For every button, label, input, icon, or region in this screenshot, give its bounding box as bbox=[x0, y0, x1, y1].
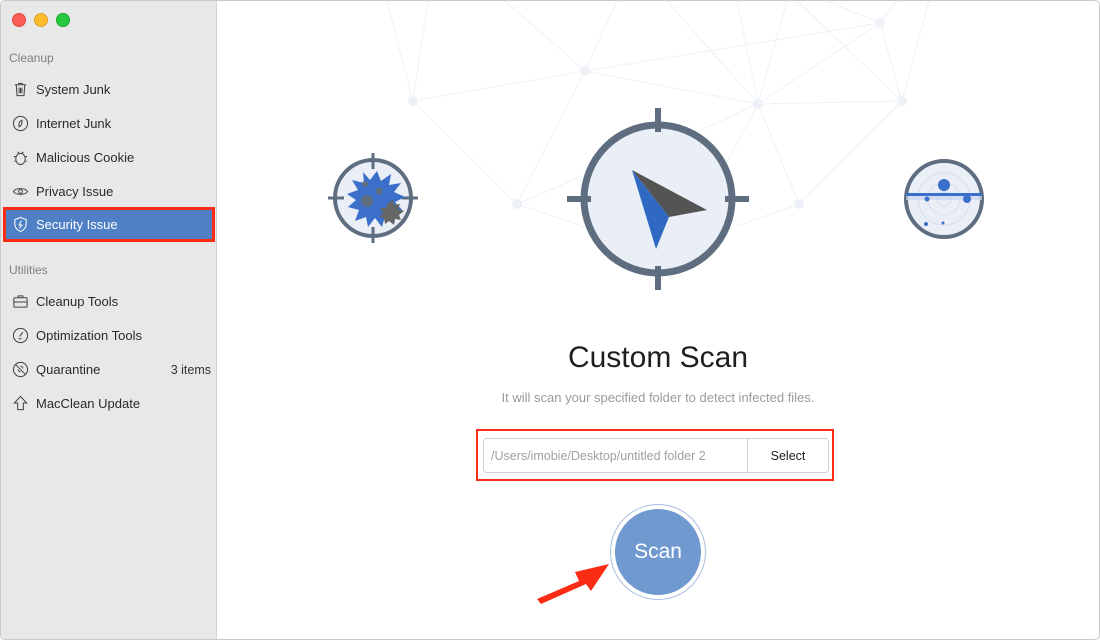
gauge-icon bbox=[11, 327, 29, 345]
window-controls bbox=[12, 13, 70, 27]
folder-path-highlight: Select bbox=[476, 429, 834, 481]
quarantine-icon bbox=[11, 361, 29, 379]
folder-path-group: Select bbox=[483, 438, 829, 473]
main-panel: Custom Scan It will scan your specified … bbox=[217, 1, 1099, 639]
sidebar-item-cleanup-tools[interactable]: Cleanup Tools bbox=[3, 285, 215, 318]
section-label-utilities: Utilities bbox=[9, 263, 48, 277]
upload-arrow-icon bbox=[11, 395, 29, 413]
trash-icon bbox=[11, 81, 29, 99]
virus-target-icon bbox=[328, 153, 418, 243]
sidebar: Cleanup System Junk Internet Junk Malici… bbox=[1, 1, 217, 639]
close-window-button[interactable] bbox=[12, 13, 26, 27]
sidebar-item-privacy-issue[interactable]: Privacy Issue bbox=[3, 175, 215, 208]
sidebar-item-label: Quarantine bbox=[36, 362, 101, 377]
sidebar-item-optimization-tools[interactable]: Optimization Tools bbox=[3, 319, 215, 352]
page-subtitle: It will scan your specified folder to de… bbox=[501, 390, 815, 405]
sidebar-item-quarantine[interactable]: Quarantine 3 items bbox=[3, 353, 215, 386]
sidebar-item-security-issue[interactable]: Security Issue bbox=[3, 207, 215, 242]
sidebar-item-macclean-update[interactable]: MacClean Update bbox=[3, 387, 215, 420]
sidebar-item-label: Internet Junk bbox=[36, 116, 112, 131]
network-background bbox=[328, 1, 984, 290]
compass-leaf-icon bbox=[11, 115, 29, 133]
sidebar-item-label: Malicious Cookie bbox=[36, 150, 135, 165]
quarantine-count-badge: 3 items bbox=[170, 362, 211, 377]
eye-icon bbox=[11, 183, 29, 201]
annotation-arrow-icon bbox=[537, 564, 609, 604]
sidebar-item-label: Security Issue bbox=[36, 217, 118, 232]
shield-icon bbox=[11, 216, 29, 234]
scan-button[interactable]: Scan bbox=[615, 509, 701, 595]
page-title: Custom Scan bbox=[567, 341, 749, 374]
sidebar-item-label: MacClean Update bbox=[36, 396, 141, 411]
minimize-window-button[interactable] bbox=[34, 13, 48, 27]
sidebar-item-label: Cleanup Tools bbox=[36, 294, 119, 309]
sidebar-item-malicious-cookie[interactable]: Malicious Cookie bbox=[3, 141, 215, 174]
radar-icon bbox=[904, 159, 984, 239]
section-label-cleanup: Cleanup bbox=[9, 51, 54, 65]
bug-icon bbox=[11, 149, 29, 167]
compass-target-icon bbox=[567, 108, 749, 290]
sidebar-item-label: Optimization Tools bbox=[36, 328, 142, 343]
app-window: Cleanup System Junk Internet Junk Malici… bbox=[0, 0, 1100, 640]
sidebar-item-label: System Junk bbox=[36, 82, 111, 97]
select-folder-button[interactable]: Select bbox=[747, 439, 828, 472]
sidebar-item-label: Privacy Issue bbox=[36, 184, 114, 199]
folder-path-input[interactable] bbox=[484, 439, 747, 472]
toolbox-icon bbox=[11, 293, 29, 311]
scan-button-ring: Scan bbox=[610, 504, 706, 600]
maximize-window-button[interactable] bbox=[56, 13, 70, 27]
sidebar-item-internet-junk[interactable]: Internet Junk bbox=[3, 107, 215, 140]
sidebar-item-system-junk[interactable]: System Junk bbox=[3, 73, 215, 106]
